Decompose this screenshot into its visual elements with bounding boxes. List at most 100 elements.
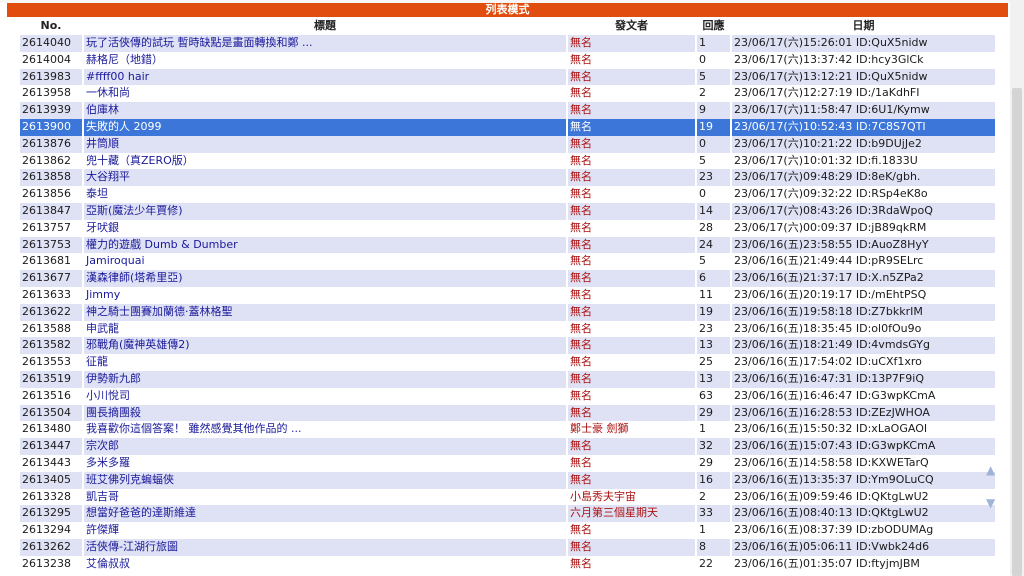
post-title-link[interactable]: 大谷翔平 <box>84 169 566 187</box>
header-replies[interactable]: 回應 <box>697 18 730 34</box>
header-author[interactable]: 發文者 <box>568 18 695 34</box>
table-row[interactable]: 2613447 宗次郎 無名 32 23/06/16(五)15:07:43 ID:G3w… <box>20 438 995 455</box>
post-number[interactable]: 2613622 <box>20 303 82 321</box>
post-title-link[interactable]: 邪戰角(魔神英雄傳2) <box>84 337 566 355</box>
post-title-link[interactable]: 艾倫叔叔 <box>84 555 566 573</box>
header-date[interactable]: 日期 <box>732 18 995 34</box>
table-row[interactable]: 2613443 多米多羅 無名 29 23/06/16(五)14:58:58 ID:KX… <box>20 454 995 472</box>
table-row[interactable]: 2613262 活俠傳-江湖行旅圖 無名 8 23/06/16(五)05:06:11 I… <box>20 538 995 556</box>
post-number[interactable]: 2613553 <box>20 354 82 371</box>
table-row[interactable]: 2614004 赫格尼（地錯） 無名 0 23/06/17(六)13:37:42 ID:… <box>20 51 995 69</box>
post-number[interactable]: 2613753 <box>20 236 82 254</box>
table-row[interactable]: 2613633 Jimmy 無名 11 23/06/16(五)20:19:17 ID:/… <box>20 286 995 304</box>
table-row[interactable]: 2613757 牙吠銀 無名 28 23/06/17(六)00:09:37 ID:jB8… <box>20 219 995 237</box>
table-row[interactable]: 2613939 伯庫林 無名 9 23/06/17(六)11:58:47 ID:6U1/… <box>20 102 995 119</box>
table-row[interactable]: 2614040 玩了活俠傳的試玩 暫時缺點是畫面轉換和鄭 ... 無名 1 23/06/… <box>20 35 995 52</box>
table-row[interactable]: 2613516 小川悅司 無名 63 23/06/16(五)16:46:47 ID:G3… <box>20 387 995 405</box>
table-row[interactable]: 2613553 征龍 無名 25 23/06/16(五)17:54:02 ID:uCXf… <box>20 354 995 371</box>
post-number[interactable]: 2613516 <box>20 387 82 405</box>
post-title-link[interactable]: 想當好爸爸的達斯維達 <box>84 505 566 523</box>
table-row[interactable]: 2613295 想當好爸爸的達斯維達 六月第三個星期天 33 23/06/16(五)08… <box>20 505 995 523</box>
post-number[interactable]: 2613294 <box>20 522 82 539</box>
post-number[interactable]: 2613504 <box>20 404 82 422</box>
post-title-link[interactable]: Jamiroquai <box>84 253 566 271</box>
post-title-link[interactable]: 小川悅司 <box>84 387 566 405</box>
post-title-link[interactable]: 漢森律師(塔希里亞) <box>84 270 566 287</box>
post-number[interactable]: 2613757 <box>20 219 82 237</box>
table-row[interactable]: 2613856 泰坦 無名 0 23/06/17(六)09:32:22 ID:RSp4e… <box>20 186 995 203</box>
post-title-link[interactable]: 井筒順 <box>84 135 566 153</box>
post-number[interactable]: 2613447 <box>20 438 82 455</box>
post-number[interactable]: 2613939 <box>20 102 82 119</box>
down-arrow-icon[interactable]: ▼ <box>986 497 995 509</box>
post-number[interactable]: 2613900 <box>20 118 82 136</box>
table-row[interactable]: 2613582 邪戰角(魔神英雄傳2) 無名 13 23/06/16(五)18:21:4… <box>20 337 995 355</box>
post-title-link[interactable]: 失敗的人 2099 <box>84 118 566 136</box>
post-number[interactable]: 2614040 <box>20 35 82 52</box>
table-row[interactable]: 2613519 伊勢新九郎 無名 13 23/06/16(五)16:47:31 ID:1… <box>20 370 995 388</box>
table-row[interactable]: 2613847 亞斯(魔法少年賈修) 無名 14 23/06/17(六)08:43:26… <box>20 202 995 220</box>
post-title-link[interactable]: 牙吠銀 <box>84 219 566 237</box>
table-row[interactable]: 2613622 神之騎士團賽加蘭德·蓋林格聖 無名 19 23/06/16(五)19:5… <box>20 303 995 321</box>
post-title-link[interactable]: #ffff00 hair <box>84 68 566 86</box>
post-number[interactable]: 2613295 <box>20 505 82 523</box>
post-title-link[interactable]: Jimmy <box>84 286 566 304</box>
post-number[interactable]: 2613862 <box>20 152 82 170</box>
table-row[interactable]: 2613958 一休和尚 無名 2 23/06/17(六)12:27:19 ID:/1a… <box>20 85 995 103</box>
table-row[interactable]: 2613480 我喜歡你這個答案！ 雖然感覺其他作品的 ... 鄭士豪 劍獅 1 23/… <box>20 421 995 439</box>
post-title-link[interactable]: 兜十藏（真ZERO版） <box>84 152 566 170</box>
post-title-link[interactable]: 征龍 <box>84 354 566 371</box>
post-number[interactable]: 2613443 <box>20 454 82 472</box>
table-row[interactable]: 2613900 失敗的人 2099 無名 19 23/06/17(六)10:52:43 … <box>20 118 995 136</box>
post-number[interactable]: 2613582 <box>20 337 82 355</box>
post-title-link[interactable]: 團長摘團殺 <box>84 404 566 422</box>
post-number[interactable]: 2613847 <box>20 202 82 220</box>
post-title-link[interactable]: 一休和尚 <box>84 85 566 103</box>
table-row[interactable]: 2613677 漢森律師(塔希里亞) 無名 6 23/06/16(五)21:37:17 … <box>20 270 995 287</box>
table-row[interactable]: 2613405 班艾佛列克蝙蝠俠 無名 16 23/06/16(五)13:35:37 I… <box>20 471 995 489</box>
post-number[interactable]: 2613328 <box>20 488 82 506</box>
table-row[interactable]: 2613588 申武龍 無名 23 23/06/16(五)18:35:45 ID:ol0… <box>20 320 995 338</box>
post-title-link[interactable]: 多米多羅 <box>84 454 566 472</box>
post-number[interactable]: 2613633 <box>20 286 82 304</box>
table-row[interactable]: 2613681 Jamiroquai 無名 5 23/06/16(五)21:49:44 … <box>20 253 995 271</box>
post-title-link[interactable]: 我喜歡你這個答案！ 雖然感覺其他作品的 ... <box>84 421 566 439</box>
post-title-link[interactable]: 玩了活俠傳的試玩 暫時缺點是畫面轉換和鄭 ... <box>84 35 566 52</box>
post-title-link[interactable]: 亞斯(魔法少年賈修) <box>84 202 566 220</box>
post-title-link[interactable]: 權力的遊戲 Dumb & Dumber <box>84 236 566 254</box>
post-title-link[interactable]: 許傑輝 <box>84 522 566 539</box>
post-title-link[interactable]: 伊勢新九郎 <box>84 370 566 388</box>
table-row[interactable]: 2613238 艾倫叔叔 無名 22 23/06/16(五)01:35:07 ID:ft… <box>20 555 995 573</box>
table-row[interactable]: 2613294 許傑輝 無名 1 23/06/16(五)08:37:39 ID:zbOD… <box>20 522 995 539</box>
table-row[interactable]: 2613862 兜十藏（真ZERO版） 無名 5 23/06/17(六)10:01:32… <box>20 152 995 170</box>
post-title-link[interactable]: 泰坦 <box>84 186 566 203</box>
post-number[interactable]: 2613681 <box>20 253 82 271</box>
post-number[interactable]: 2613858 <box>20 169 82 187</box>
post-number[interactable]: 2613677 <box>20 270 82 287</box>
up-arrow-icon[interactable]: ▲ <box>986 464 995 476</box>
table-row[interactable]: 2613504 團長摘團殺 無名 29 23/06/16(五)16:28:53 ID:Z… <box>20 404 995 422</box>
table-row[interactable]: 2613328 凱吉哥 小島秀夫宇宙 2 23/06/16(五)09:59:46 ID:… <box>20 488 995 506</box>
table-row[interactable]: 2613983 #ffff00 hair 無名 5 23/06/17(六)13:12:2… <box>20 68 995 86</box>
header-title[interactable]: 標題 <box>84 18 566 34</box>
post-number[interactable]: 2613238 <box>20 555 82 573</box>
post-title-link[interactable]: 神之騎士團賽加蘭德·蓋林格聖 <box>84 303 566 321</box>
table-row[interactable]: 2613876 井筒順 無名 0 23/06/17(六)10:21:22 ID:b9DU… <box>20 135 995 153</box>
post-number[interactable]: 2613519 <box>20 370 82 388</box>
post-title-link[interactable]: 伯庫林 <box>84 102 566 119</box>
post-number[interactable]: 2613856 <box>20 186 82 203</box>
post-number[interactable]: 2613958 <box>20 85 82 103</box>
post-number[interactable]: 2613876 <box>20 135 82 153</box>
post-title-link[interactable]: 凱吉哥 <box>84 488 566 506</box>
table-row[interactable]: 2613753 權力的遊戲 Dumb & Dumber 無名 24 23/06/16(五… <box>20 236 995 254</box>
post-title-link[interactable]: 班艾佛列克蝙蝠俠 <box>84 471 566 489</box>
post-number[interactable]: 2613588 <box>20 320 82 338</box>
post-title-link[interactable]: 赫格尼（地錯） <box>84 51 566 69</box>
post-title-link[interactable]: 申武龍 <box>84 320 566 338</box>
table-row[interactable]: 2613858 大谷翔平 無名 23 23/06/17(六)09:48:29 ID:8e… <box>20 169 995 187</box>
post-title-link[interactable]: 宗次郎 <box>84 438 566 455</box>
post-number[interactable]: 2614004 <box>20 51 82 69</box>
post-title-link[interactable]: 活俠傳-江湖行旅圖 <box>84 538 566 556</box>
post-number[interactable]: 2613262 <box>20 538 82 556</box>
scrollbar-thumb[interactable] <box>1012 88 1022 576</box>
